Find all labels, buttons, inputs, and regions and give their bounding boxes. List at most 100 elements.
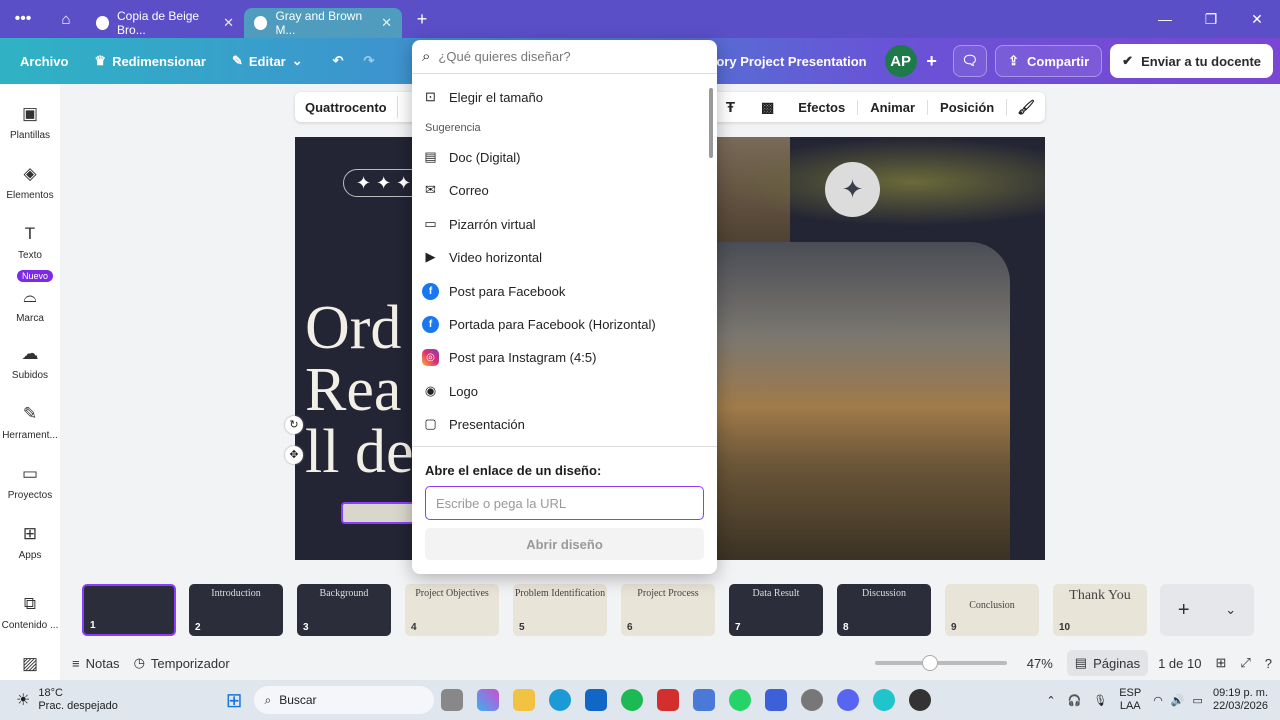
text-spacing-icon[interactable]: Ŧ <box>712 99 749 116</box>
redo-button[interactable]: ↷ <box>354 53 385 69</box>
comments-button[interactable]: 🗨 <box>952 45 988 77</box>
close-tab-icon[interactable]: ✕ <box>381 15 392 31</box>
avatar[interactable]: AP <box>884 45 917 77</box>
suggestion-facebook-post[interactable]: f Post para Facebook <box>422 278 565 304</box>
page-thumb[interactable]: Project Process 6 <box>621 584 715 636</box>
suggestion-instagram-post[interactable]: ◎ Post para Instagram (4:5) <box>422 344 596 370</box>
rail-item-subidos[interactable]: ☁ Subidos <box>0 344 60 381</box>
transparency-icon[interactable]: ▩ <box>749 99 786 116</box>
help-icon[interactable]: ? <box>1265 656 1272 671</box>
obs-icon[interactable] <box>909 689 932 711</box>
posicion-button[interactable]: Posición <box>927 99 1006 115</box>
enviar-docente-button[interactable]: ✔ Enviar a tu docente <box>1110 44 1273 78</box>
design-url-input[interactable]: Escribe o pega la URL <box>425 486 704 520</box>
font-selector[interactable]: Quattrocento <box>295 96 398 118</box>
windows-start-icon[interactable]: ⊞ <box>226 688 243 713</box>
temporizador-button[interactable]: ◷ Temporizador <box>134 655 230 671</box>
suggestion-logo[interactable]: ◉ Logo <box>422 378 478 404</box>
page-thumb[interactable]: Problem Identification 5 <box>513 584 607 636</box>
open-design-button[interactable]: Abrir diseño <box>425 528 704 560</box>
canva-icon[interactable] <box>873 689 896 711</box>
headset-icon[interactable]: 🎧 <box>1068 694 1082 707</box>
home-icon[interactable]: ⌂ <box>46 11 86 28</box>
zoom-slider[interactable] <box>874 655 1007 671</box>
design-search-input[interactable]: ¿Qué quieres diseñar? <box>438 49 570 64</box>
weather-icon[interactable]: ☀ <box>16 690 30 710</box>
page-thumb[interactable]: Conclusion 9 <box>945 584 1039 636</box>
add-collaborator-button[interactable]: + <box>921 51 943 72</box>
page-thumb[interactable]: 1 <box>82 584 176 636</box>
page-thumb[interactable]: Thank You 10 <box>1053 584 1147 636</box>
rail-item-proyectos[interactable]: ▭ Proyectos <box>0 464 60 501</box>
fullscreen-icon[interactable]: ⤢ <box>1240 655 1250 671</box>
suggestion-doc[interactable]: ▤ Doc (Digital) <box>422 144 520 170</box>
weather-widget[interactable]: 18°C Prac. despejado <box>38 687 118 713</box>
animar-button[interactable]: Animar <box>857 99 927 115</box>
page-thumb[interactable]: Background 3 <box>297 584 391 636</box>
zoom-level[interactable]: 47% <box>1027 656 1053 671</box>
redimensionar-button[interactable]: ♛ Redimensionar <box>84 53 216 69</box>
suggestion-video[interactable]: ▶ Video horizontal <box>422 244 543 270</box>
rotate-handle-icon[interactable]: ↻ <box>285 416 303 434</box>
store-icon[interactable] <box>693 689 716 711</box>
rail-item-herramientas[interactable]: ✎ Herrament... <box>0 404 60 441</box>
paint-format-icon[interactable]: 🖌 <box>1006 98 1045 116</box>
minimize-icon[interactable]: — <box>1142 11 1188 27</box>
task-view-icon[interactable] <box>441 689 464 711</box>
wifi-icon[interactable]: ◠ <box>1153 694 1163 707</box>
notas-button[interactable]: ≡ Notas <box>72 656 120 671</box>
rail-item-plantillas[interactable]: ▣ Plantillas <box>0 104 60 141</box>
restore-icon[interactable]: ❐ <box>1188 11 1234 28</box>
dropdown-scrollbar[interactable] <box>709 88 713 158</box>
rail-item-texto[interactable]: T Texto <box>0 224 60 261</box>
undo-button[interactable]: ↶ <box>323 53 354 69</box>
close-tab-icon[interactable]: ✕ <box>223 15 234 31</box>
tray-chevron-icon[interactable]: ⌃ <box>1046 694 1055 707</box>
browser-tab-active[interactable]: Gray and Brown M... ✕ <box>244 8 402 38</box>
zoom-slider-thumb[interactable] <box>921 655 938 671</box>
page-thumb[interactable]: Project Objectives 4 <box>405 584 499 636</box>
selected-element[interactable] <box>341 502 421 524</box>
copilot-icon[interactable] <box>477 689 500 711</box>
new-tab-icon[interactable]: + <box>402 9 442 30</box>
outlook-icon[interactable] <box>585 689 608 711</box>
slide-title[interactable]: Ord Rea ll de <box>305 297 413 483</box>
suggestion-correo[interactable]: ✉ Correo <box>422 177 489 203</box>
rail-item-marca[interactable]: ⌓ Marca <box>0 287 60 324</box>
suggestion-facebook-cover[interactable]: f Portada para Facebook (Horizontal) <box>422 311 656 337</box>
mic-icon[interactable]: 🎙 <box>1093 694 1107 707</box>
design-search[interactable]: ⌕ ¿Qué quieres diseñar? <box>412 40 717 74</box>
grid-view-icon[interactable]: ⊞ <box>1215 655 1226 671</box>
rail-item-elementos[interactable]: ◈ Elementos <box>0 164 60 201</box>
browser-menu-icon[interactable]: ••• <box>0 10 46 28</box>
page-thumb[interactable]: Discussion 8 <box>837 584 931 636</box>
edge-icon[interactable] <box>549 689 572 711</box>
suggestion-presentacion[interactable]: ▢ Presentación <box>422 411 525 437</box>
compartir-button[interactable]: ⇪ Compartir <box>995 45 1103 77</box>
add-page-button[interactable]: + ⌄ <box>1160 584 1254 636</box>
efectos-button[interactable]: Efectos <box>786 100 857 115</box>
browser-tab[interactable]: Copia de Beige Bro... ✕ <box>86 8 244 38</box>
file-explorer-icon[interactable] <box>513 689 536 711</box>
taskbar-search[interactable]: ⌕ Buscar <box>254 686 435 714</box>
whatsapp-icon[interactable] <box>729 689 752 711</box>
rail-item-apps[interactable]: ⊞ Apps <box>0 524 60 561</box>
page-thumb[interactable]: Data Result 7 <box>729 584 823 636</box>
spotify-icon[interactable] <box>621 689 644 711</box>
choose-size-item[interactable]: ⊡ Elegir el tamaño <box>422 84 543 110</box>
rail-item-image[interactable]: ▨ <box>0 654 60 680</box>
page-thumb[interactable]: Introduction 2 <box>189 584 283 636</box>
discord-icon[interactable] <box>837 689 860 711</box>
language-indicator[interactable]: ESP LAA <box>1119 687 1141 713</box>
rail-item-contenido[interactable]: ⧉ Contenido ... <box>0 594 60 631</box>
chevron-down-icon[interactable]: ⌄ <box>1225 602 1236 618</box>
volume-icon[interactable]: 🔊 <box>1171 694 1185 707</box>
app-blue-icon[interactable] <box>765 689 788 711</box>
suggestion-pizarron[interactable]: ▭ Pizarrón virtual <box>422 211 535 237</box>
battery-icon[interactable]: ▭ <box>1193 694 1203 707</box>
app-l-icon[interactable] <box>657 689 680 711</box>
editar-menu[interactable]: ✎ Editar ⌄ <box>222 53 313 69</box>
clock[interactable]: 09:19 p. m. 22/03/2026 <box>1213 687 1268 713</box>
move-handle-icon[interactable]: ✥ <box>285 446 303 464</box>
settings-icon[interactable] <box>801 689 824 711</box>
